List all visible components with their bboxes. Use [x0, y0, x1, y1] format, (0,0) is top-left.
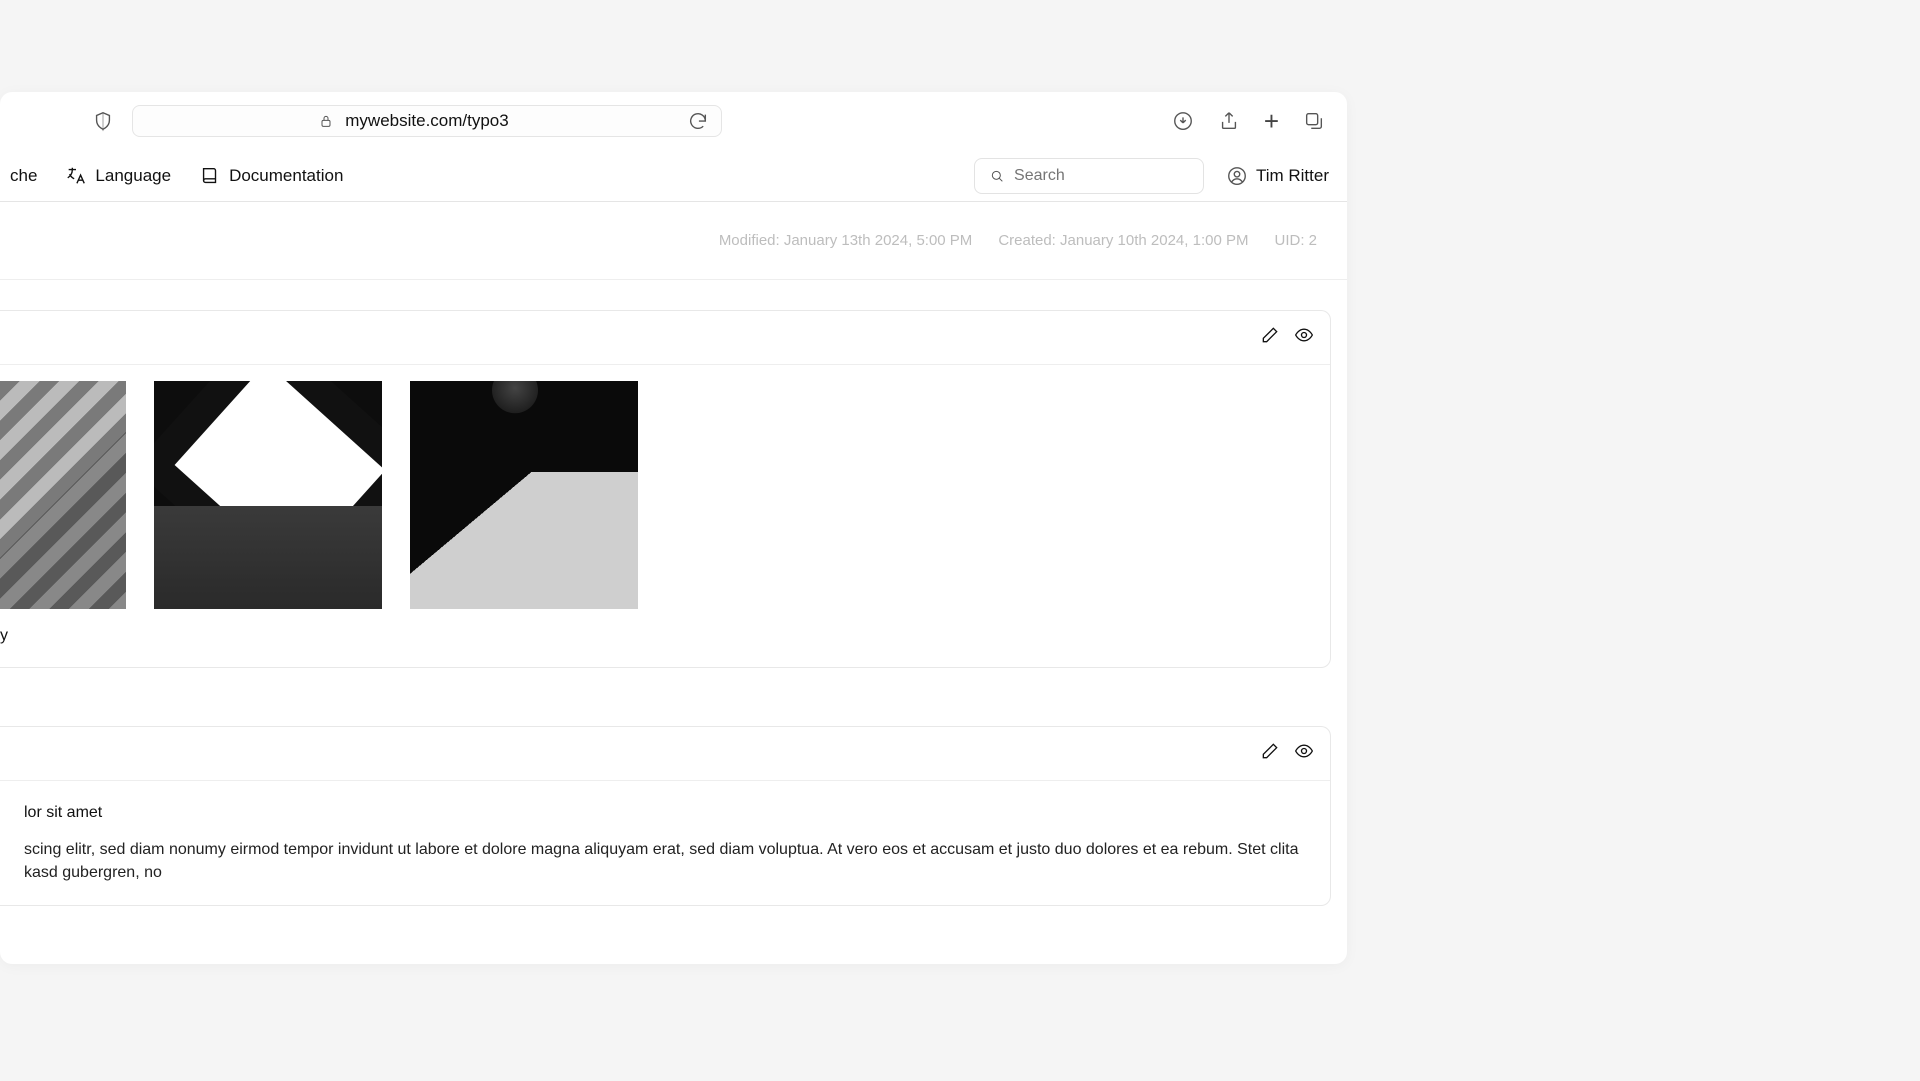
search-box[interactable]: [974, 158, 1204, 194]
toolbar-item-label: Language: [95, 166, 171, 186]
gallery-image[interactable]: [410, 381, 638, 609]
meta-created: Created: January 10th 2024, 1:00 PM: [998, 232, 1248, 249]
visibility-toggle[interactable]: [1294, 741, 1314, 766]
lock-icon: [315, 110, 337, 132]
content-element-text: lor sit amet scing elitr, sed diam nonum…: [0, 726, 1331, 906]
gallery-caption-text: y: [0, 627, 8, 644]
visibility-toggle[interactable]: [1294, 325, 1314, 350]
panel-actions: [0, 727, 1330, 781]
reload-icon[interactable]: [687, 110, 709, 132]
browser-window: mywebsite.com/typo3 + che: [0, 92, 1347, 964]
user-circle-icon: [1226, 165, 1248, 187]
tab-overview-icon[interactable]: [1303, 110, 1325, 132]
share-icon[interactable]: [1218, 110, 1240, 132]
panel-actions: [0, 311, 1330, 365]
new-tab-button[interactable]: +: [1264, 106, 1279, 137]
url-text: mywebsite.com/typo3: [345, 111, 508, 131]
meta-modified: Modified: January 13th 2024, 5:00 PM: [719, 232, 973, 249]
search-input[interactable]: [1014, 167, 1191, 185]
cms-toolbar-left: che Language Documentation: [18, 165, 343, 187]
user-menu[interactable]: Tim Ritter: [1226, 165, 1329, 187]
text-body: lor sit amet scing elitr, sed diam nonum…: [0, 781, 1330, 905]
search-icon: [987, 165, 1006, 187]
edit-button[interactable]: [1260, 325, 1280, 350]
cms-toolbar-right: Tim Ritter: [974, 158, 1329, 194]
gallery-caption: y: [0, 609, 1330, 645]
toolbar-item-truncated[interactable]: che: [10, 166, 37, 186]
content-area: y lor sit amet scing elitr, sed diam non…: [0, 280, 1347, 906]
gallery-body: y: [0, 365, 1330, 667]
cms-toolbar: che Language Documentation: [0, 150, 1347, 202]
browser-chrome: mywebsite.com/typo3 +: [0, 92, 1347, 150]
text-title: lor sit amet: [24, 801, 1306, 824]
content-element-gallery: y: [0, 310, 1331, 668]
translate-icon: [65, 165, 87, 187]
edit-button[interactable]: [1260, 741, 1280, 766]
page-meta-row: Modified: January 13th 2024, 5:00 PM Cre…: [0, 202, 1347, 280]
downloads-icon[interactable]: [1172, 110, 1194, 132]
book-icon: [199, 165, 221, 187]
toolbar-item-language[interactable]: Language: [65, 165, 171, 187]
chrome-left: mywebsite.com/typo3: [22, 105, 722, 137]
toolbar-item-label: Documentation: [229, 166, 343, 186]
gallery-image[interactable]: [154, 381, 382, 609]
url-bar[interactable]: mywebsite.com/typo3: [132, 105, 722, 137]
gallery-row: [0, 381, 1330, 609]
meta-uid: UID: 2: [1274, 232, 1317, 249]
gallery-image[interactable]: [0, 381, 126, 609]
toolbar-item-label: che: [10, 166, 37, 186]
chrome-right: +: [1172, 106, 1325, 137]
text-paragraph: scing elitr, sed diam nonumy eirmod temp…: [24, 838, 1306, 884]
user-name: Tim Ritter: [1256, 166, 1329, 186]
privacy-shield-icon[interactable]: [92, 110, 114, 132]
url-display: mywebsite.com/typo3: [145, 110, 679, 132]
toolbar-item-documentation[interactable]: Documentation: [199, 165, 343, 187]
